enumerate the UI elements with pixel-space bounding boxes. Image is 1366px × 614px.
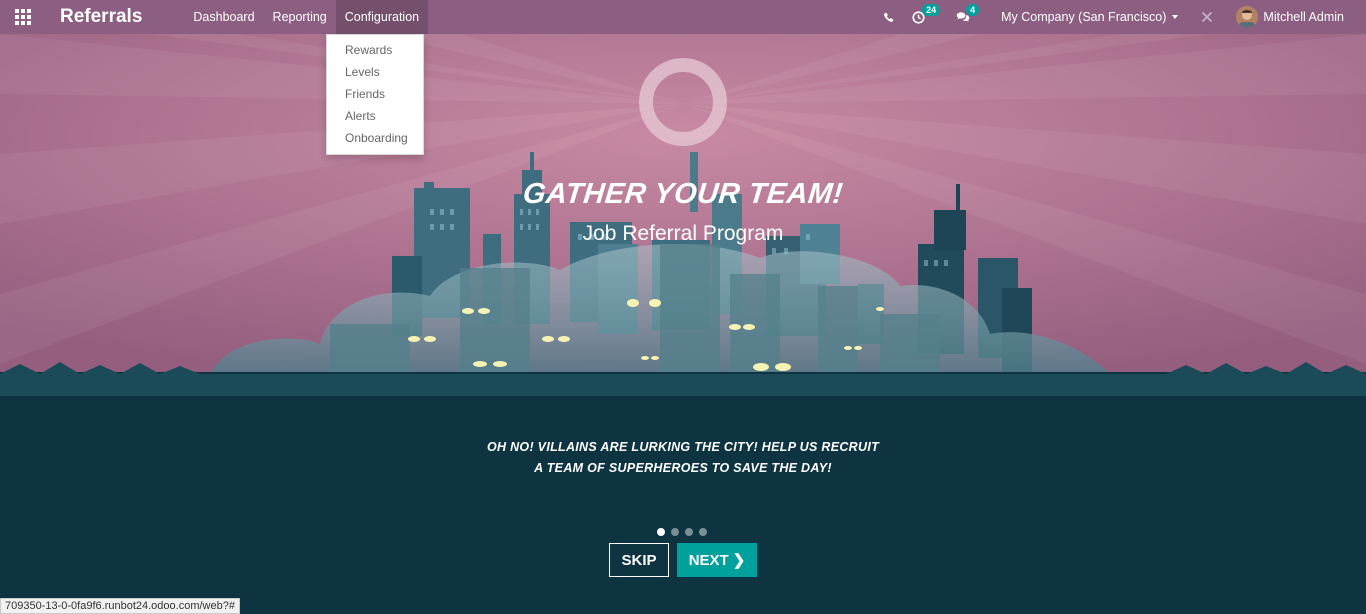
messages-button[interactable]: 4 [947,0,992,34]
skip-button[interactable]: SKIP [609,543,669,577]
avatar [1236,6,1259,28]
story-line-2: A TEAM OF SUPERHEROES TO SAVE THE DAY! [534,461,832,475]
story-line-1: OH NO! VILLAINS ARE LURKING THE CITY! HE… [486,440,880,454]
next-button-label: NEXT [688,551,729,569]
app-title: Referrals [60,6,143,27]
phone-icon [884,12,894,22]
activities-button[interactable]: 24 [903,0,947,34]
menu-item-friends[interactable]: Friends [327,84,423,106]
user-name: Mitchell Admin [1263,10,1344,24]
page-dot[interactable] [657,528,665,536]
ground [0,372,1366,614]
tools-icon [1202,11,1213,23]
configuration-dropdown: Rewards Levels Friends Alerts Onboarding [326,34,424,155]
user-menu[interactable]: Mitchell Admin [1227,0,1366,34]
activities-count-badge: 24 [922,4,941,16]
voip-phone-button[interactable] [874,0,903,34]
company-switcher[interactable]: My Company (San Francisco) [992,0,1187,34]
apps-menu-icon[interactable] [0,0,46,34]
hero-title: GATHER YOUR TEAM! [521,178,845,210]
systray: 24 4 My Company (San Francisco) Mitchell… [874,0,1366,34]
city-illustration [0,34,1366,614]
top-navbar: Referrals Dashboard Reporting Configurat… [0,0,1366,34]
debug-tools-button[interactable] [1187,0,1227,34]
page-dot[interactable] [699,528,707,536]
next-button[interactable]: NEXT ❯ [677,543,757,577]
chevron-right-icon: ❯ [732,552,746,569]
onboarding-hero: GATHER YOUR TEAM! Job Referral Program [0,34,1366,614]
menu-reporting[interactable]: Reporting [264,0,336,34]
chevron-down-icon [1172,15,1179,19]
menu-dashboard[interactable]: Dashboard [184,0,263,34]
menu-item-onboarding[interactable]: Onboarding [327,128,423,150]
onboarding-pagination [657,528,707,536]
hero-subtitle: Job Referral Program [582,222,784,245]
menu-item-rewards[interactable]: Rewards [327,40,423,62]
page-dot[interactable] [685,528,693,536]
page-dot[interactable] [671,528,679,536]
company-name: My Company (San Francisco) [1001,10,1167,24]
browser-status-url: 709350-13-0-0fa9f6.runbot24.odoo.com/web… [0,598,240,614]
menu-item-alerts[interactable]: Alerts [327,106,423,128]
menu-configuration[interactable]: Configuration [335,0,429,34]
menu-item-levels[interactable]: Levels [327,62,423,84]
messages-count-badge: 4 [966,4,980,16]
story-text: OH NO! VILLAINS ARE LURKING THE CITY! HE… [0,437,1366,479]
